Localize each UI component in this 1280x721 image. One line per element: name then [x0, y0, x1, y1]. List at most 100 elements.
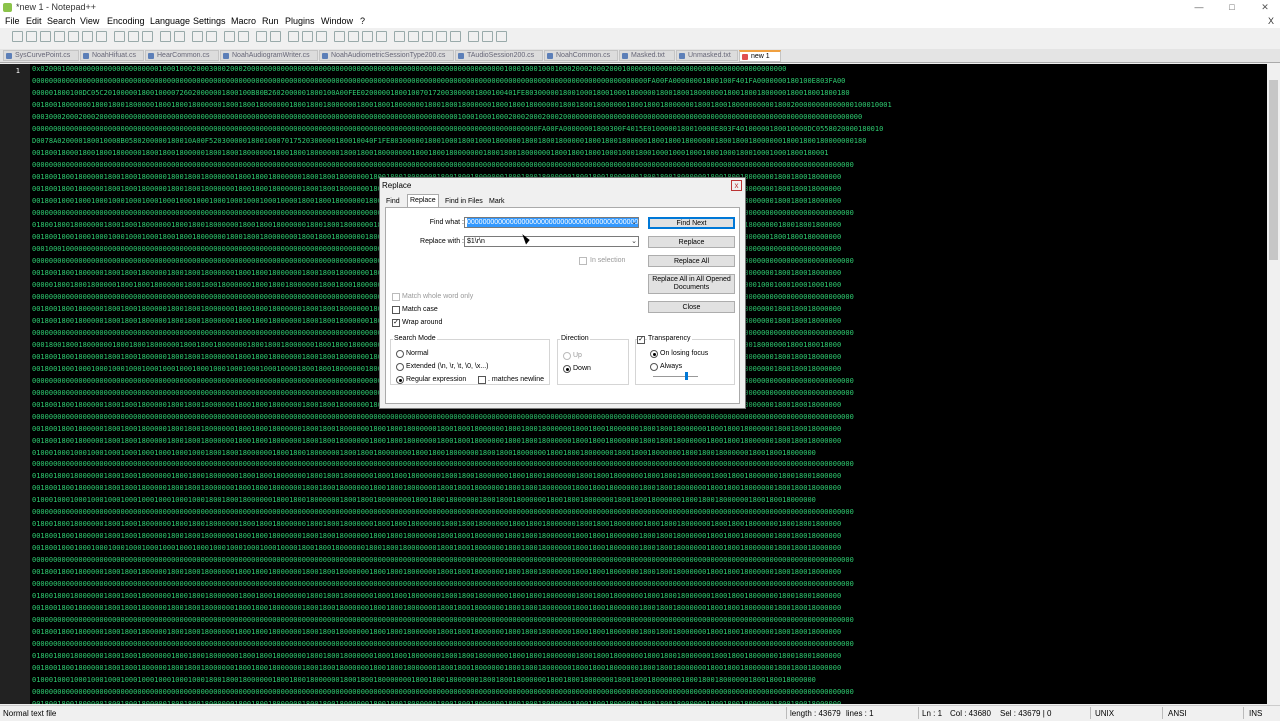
tab-find[interactable]: Find: [384, 196, 402, 207]
close-document-icon[interactable]: X: [1268, 16, 1274, 26]
folder-workspace-icon[interactable]: [362, 31, 373, 42]
regex-radio[interactable]: [396, 376, 404, 384]
tab-noahaudiogramwriter[interactable]: NoahAudiogramWriter.cs: [220, 50, 318, 61]
menu-language[interactable]: Language: [150, 16, 190, 26]
tab-syscurvepoint[interactable]: SysCurvePoint.cs: [3, 50, 79, 61]
transparency-slider-thumb[interactable]: [684, 372, 688, 380]
tab-new-1[interactable]: new 1: [739, 50, 781, 62]
scrollbar-thumb[interactable]: [1269, 80, 1278, 260]
sync-horizontal-icon[interactable]: [270, 31, 281, 42]
menu-search[interactable]: Search: [47, 16, 76, 26]
dialog-close-icon[interactable]: x: [731, 180, 742, 191]
always-radio[interactable]: [650, 363, 658, 371]
chevron-down-icon[interactable]: ⌄: [631, 218, 637, 227]
normal-radio[interactable]: [396, 350, 404, 358]
window-close-icon[interactable]: ✕: [1258, 1, 1272, 13]
function-list-icon[interactable]: [348, 31, 359, 42]
tab-noahaudiometricsessiontype200[interactable]: NoahAudiometricSessionType200.cs: [319, 50, 454, 61]
tab-noahcommon[interactable]: NoahCommon.cs: [544, 50, 618, 61]
close-button[interactable]: Close: [648, 301, 735, 313]
replace-button[interactable]: Replace: [648, 236, 735, 248]
indent-guide-icon[interactable]: [316, 31, 327, 42]
menu-run[interactable]: Run: [262, 16, 279, 26]
run-macro-multiple-icon[interactable]: [436, 31, 447, 42]
menu-file[interactable]: File: [5, 16, 20, 26]
menu-edit[interactable]: Edit: [26, 16, 42, 26]
minimize-icon[interactable]: —: [1192, 1, 1206, 13]
code-line: 0018001800180000018001800180000018001800…: [32, 424, 842, 433]
sync-vertical-icon[interactable]: [256, 31, 267, 42]
tab-masked[interactable]: Masked.txt: [619, 50, 675, 61]
on-losing-focus-radio[interactable]: [650, 350, 658, 358]
show-all-chars-icon[interactable]: [302, 31, 313, 42]
replace-all-button[interactable]: Replace All: [648, 255, 735, 267]
cut-icon[interactable]: [114, 31, 125, 42]
spell-check-icon[interactable]: [468, 31, 479, 42]
close-all-icon[interactable]: [82, 31, 93, 42]
title-bar: *new 1 - Notepad++ — □ ✕: [0, 0, 1280, 14]
tab-unmasked[interactable]: Unmasked.txt: [676, 50, 738, 61]
menu-encoding[interactable]: Encoding: [107, 16, 145, 26]
code-line: 0018001800180000018001800180000018001800…: [32, 436, 842, 445]
copy-icon[interactable]: [128, 31, 139, 42]
open-file-icon[interactable]: [26, 31, 37, 42]
doc-map-icon[interactable]: [334, 31, 345, 42]
tab-taudiosession200[interactable]: TAudioSession200.cs: [455, 50, 543, 61]
close-file-icon[interactable]: [68, 31, 79, 42]
vertical-scrollbar[interactable]: [1267, 64, 1280, 704]
menu-help[interactable]: ?: [360, 16, 365, 26]
record-macro-icon[interactable]: [394, 31, 405, 42]
word-wrap-icon[interactable]: [288, 31, 299, 42]
code-line: 0000000000000000000000000000000000000000…: [32, 688, 854, 697]
new-file-icon[interactable]: [12, 31, 23, 42]
find-what-input[interactable]: 0000000000000000000000000000000000000000…: [464, 217, 639, 228]
menu-view[interactable]: View: [80, 16, 99, 26]
redo-icon[interactable]: [174, 31, 185, 42]
menu-plugins[interactable]: Plugins: [285, 16, 315, 26]
replace-all-opened-button[interactable]: Replace All in All Opened Documents: [648, 274, 735, 294]
transparency-checkbox[interactable]: ✓: [637, 336, 645, 344]
matches-newline-checkbox[interactable]: [478, 376, 486, 384]
plugin-icon[interactable]: [482, 31, 493, 42]
replace-with-input[interactable]: $1\r\n ⌄: [464, 236, 639, 247]
eol-format[interactable]: UNIX: [1095, 709, 1114, 718]
extended-radio[interactable]: [396, 363, 404, 371]
find-next-button[interactable]: Find Next: [648, 217, 735, 229]
code-line: D0078A020000180010008B0580200000180010A0…: [32, 136, 867, 145]
code-line: 0100010001000100010001000100010001000100…: [32, 448, 816, 457]
in-selection-checkbox[interactable]: [579, 257, 587, 265]
chevron-down-icon[interactable]: ⌄: [631, 237, 637, 246]
encoding[interactable]: ANSI: [1168, 709, 1187, 718]
line-number-gutter: 1: [0, 64, 30, 704]
direction-down-radio[interactable]: [563, 365, 571, 373]
match-whole-word-checkbox[interactable]: [392, 293, 400, 301]
save-macro-icon[interactable]: [450, 31, 461, 42]
print-icon[interactable]: [96, 31, 107, 42]
menu-settings[interactable]: Settings: [193, 16, 226, 26]
match-case-checkbox[interactable]: [392, 306, 400, 314]
menu-macro[interactable]: Macro: [231, 16, 256, 26]
save-icon[interactable]: [40, 31, 51, 42]
stop-macro-icon[interactable]: [408, 31, 419, 42]
direction-up-radio[interactable]: [563, 352, 571, 360]
tab-replace[interactable]: Replace: [407, 194, 439, 208]
zoom-in-icon[interactable]: [224, 31, 235, 42]
replace-icon[interactable]: [206, 31, 217, 42]
maximize-icon[interactable]: □: [1225, 1, 1239, 13]
undo-icon[interactable]: [160, 31, 171, 42]
search-mode-group: Search Mode Normal Extended (\n, \r, \t,…: [390, 335, 550, 385]
tab-noahhifuat[interactable]: NoahHifuat.cs: [80, 50, 144, 61]
find-icon[interactable]: [192, 31, 203, 42]
play-macro-icon[interactable]: [422, 31, 433, 42]
tab-hearcommon[interactable]: HearCommon.cs: [145, 50, 219, 61]
tab-find-in-files[interactable]: Find in Files: [443, 196, 485, 207]
save-all-icon[interactable]: [54, 31, 65, 42]
monitoring-icon[interactable]: [376, 31, 387, 42]
paste-icon[interactable]: [142, 31, 153, 42]
tab-mark[interactable]: Mark: [487, 196, 507, 207]
wrap-around-checkbox[interactable]: ✓: [392, 319, 400, 327]
transparency-slider[interactable]: [653, 376, 698, 377]
menu-window[interactable]: Window: [321, 16, 353, 26]
zoom-out-icon[interactable]: [238, 31, 249, 42]
plugin-tool-icon[interactable]: [496, 31, 507, 42]
